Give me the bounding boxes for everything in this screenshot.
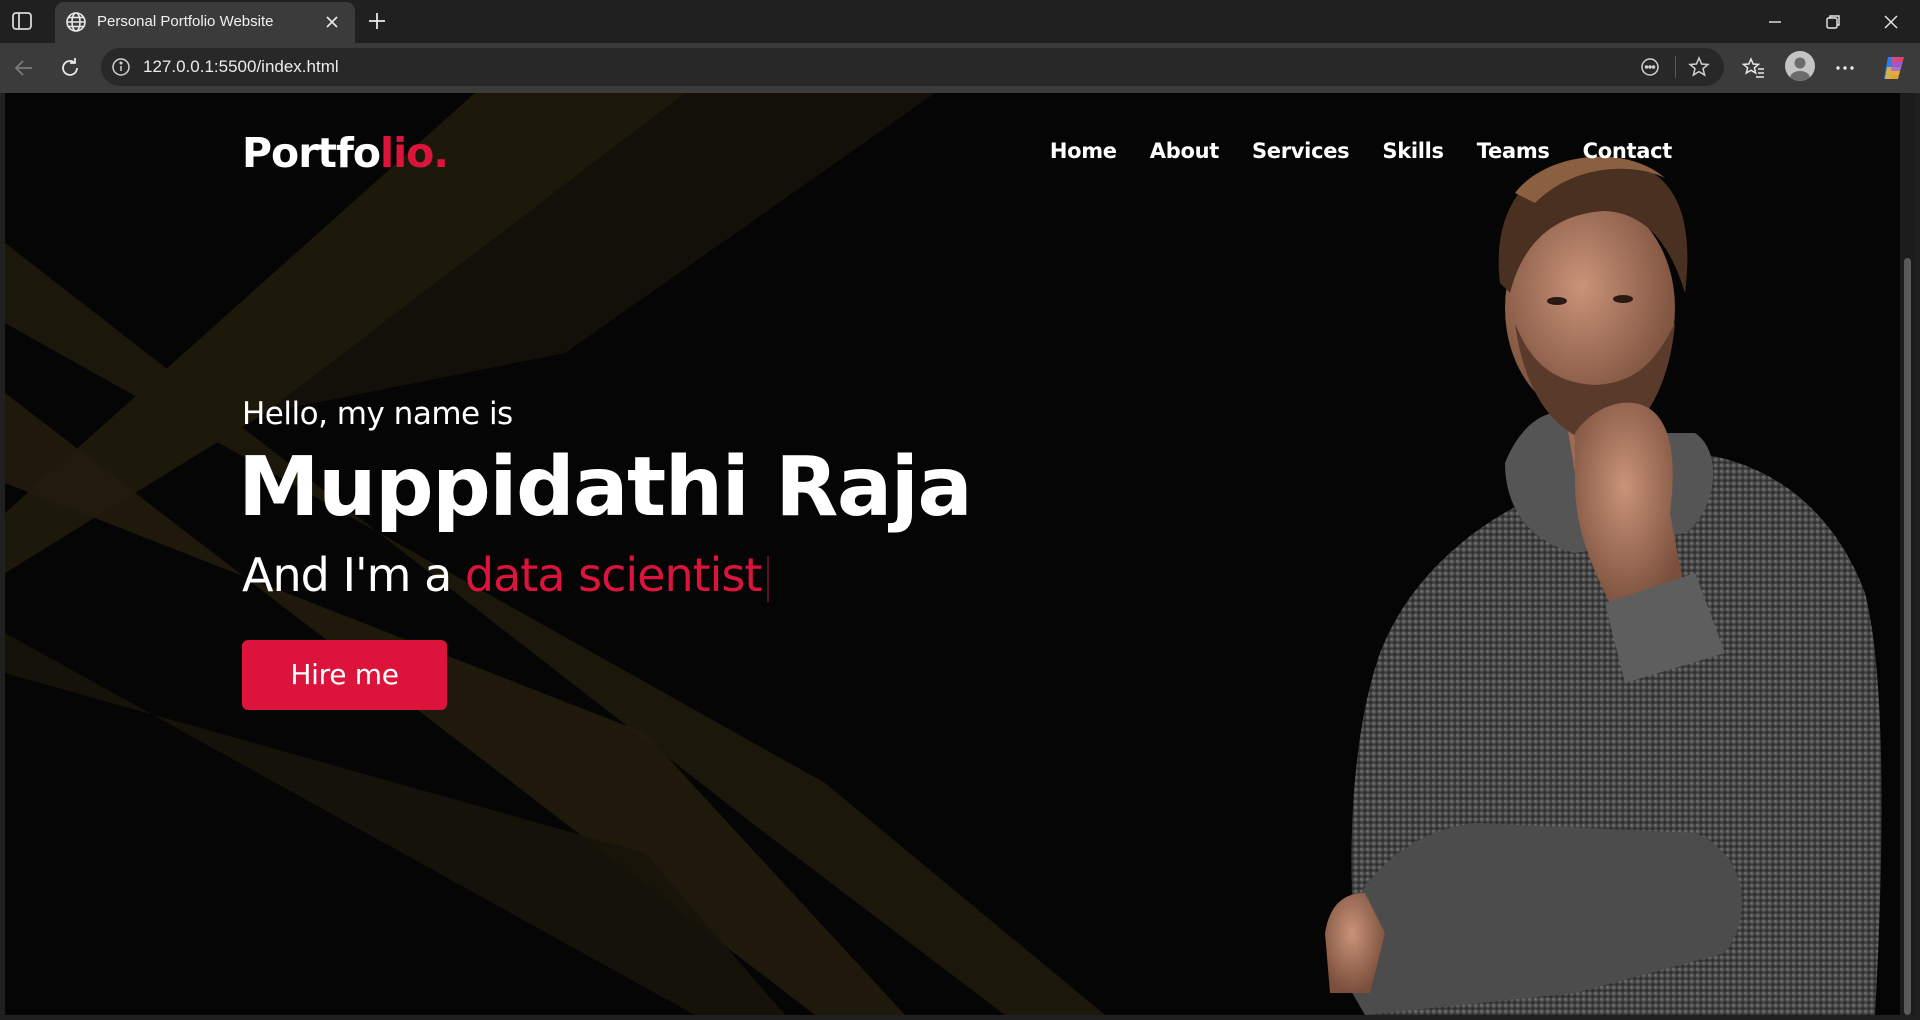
omnibox-divider	[1675, 56, 1676, 78]
nav-link-teams[interactable]: Teams	[1477, 139, 1550, 163]
copilot-icon[interactable]	[1879, 53, 1907, 81]
main-nav: Home About Services Skills Teams Contact	[1050, 139, 1672, 163]
new-tab-plus-icon[interactable]	[365, 9, 389, 33]
browser-tab-bar: Personal Portfolio Website	[0, 0, 1920, 43]
more-options-icon[interactable]	[1831, 54, 1859, 82]
browser-toolbar: 127.0.0.1:5500/index.html	[0, 43, 1920, 93]
typing-caret	[767, 555, 770, 602]
star-icon[interactable]	[1686, 54, 1712, 80]
url-text[interactable]: 127.0.0.1:5500/index.html	[143, 57, 339, 77]
hero-portrait-image	[1325, 156, 1882, 1015]
logo-accent: lio.	[380, 129, 449, 177]
logo-main: Portfo	[242, 129, 381, 177]
nav-link-home[interactable]: Home	[1050, 139, 1117, 163]
nav-link-skills[interactable]: Skills	[1382, 139, 1444, 163]
hero-greeting: Hello, my name is	[242, 396, 513, 432]
profile-avatar-icon[interactable]	[1785, 51, 1815, 81]
nav-link-services[interactable]: Services	[1252, 139, 1350, 163]
restore-icon[interactable]	[1820, 9, 1846, 35]
role-prefix: And I'm a	[242, 548, 465, 602]
address-bar[interactable]: 127.0.0.1:5500/index.html	[101, 48, 1724, 86]
window-edge-right	[1915, 93, 1920, 1020]
browser-tab-active[interactable]: Personal Portfolio Website	[55, 2, 355, 43]
favorites-icon[interactable]	[1740, 54, 1768, 82]
minimize-icon[interactable]	[1762, 9, 1788, 35]
globe-icon	[65, 11, 87, 33]
hero-name: Muppidathi Raja	[238, 440, 973, 535]
page-scrollbar[interactable]	[1900, 93, 1915, 1015]
reading-mode-icon[interactable]	[1637, 54, 1663, 80]
nav-link-about[interactable]: About	[1150, 139, 1220, 163]
tab-title: Personal Portfolio Website	[97, 13, 274, 30]
tab-actions-icon[interactable]	[11, 10, 37, 32]
hire-me-button[interactable]: Hire me	[242, 640, 447, 710]
hero-role-line: And I'm a data scientist	[242, 548, 770, 602]
window-close-icon[interactable]	[1878, 9, 1904, 35]
close-icon[interactable]	[323, 13, 341, 31]
site-logo[interactable]: Portfolio.	[242, 129, 449, 177]
reload-icon[interactable]	[56, 54, 84, 82]
nav-link-contact[interactable]: Contact	[1583, 139, 1673, 163]
site-info-icon[interactable]	[111, 57, 131, 77]
page-viewport: Portfolio. Home About Services Skills Te…	[5, 93, 1900, 1015]
window-edge-bottom	[0, 1015, 1920, 1020]
typed-role: data scientist	[464, 548, 763, 602]
back-arrow-icon[interactable]	[10, 54, 38, 82]
scrollbar-thumb[interactable]	[1904, 258, 1911, 1015]
